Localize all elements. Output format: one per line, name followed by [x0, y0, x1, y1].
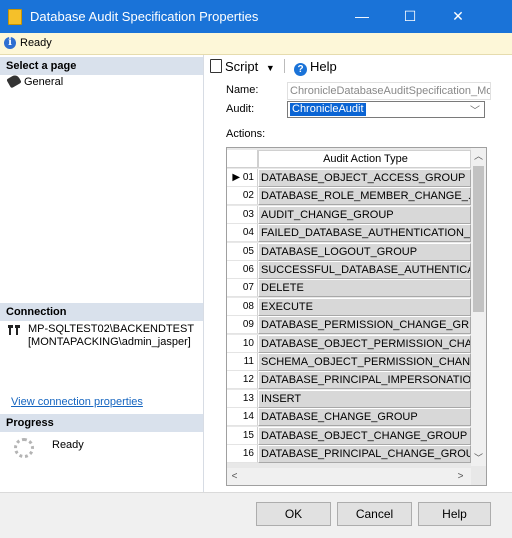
audit-action-cell[interactable]: SUCCESSFUL_DATABASE_AUTHENTICA...	[258, 261, 471, 279]
page-item-general[interactable]: General	[6, 73, 64, 89]
row-number[interactable]: ▶ 01	[227, 169, 258, 187]
toolbar: Script ▼ ? Help	[210, 59, 337, 77]
scroll-thumb[interactable]	[473, 166, 484, 312]
row-number[interactable]: 06	[227, 261, 258, 279]
row-number[interactable]: 13	[227, 389, 258, 408]
help-icon: ?	[294, 63, 308, 76]
row-number[interactable]: 16	[227, 445, 258, 463]
cancel-button[interactable]: Cancel	[337, 502, 412, 526]
audit-action-cell[interactable]: DATABASE_PERMISSION_CHANGE_GR...	[258, 316, 471, 335]
select-page-header: Select a page	[0, 57, 203, 75]
audit-action-cell[interactable]: DATABASE_CHANGE_GROUP	[258, 408, 471, 427]
title-bar: Database Audit Specification Properties …	[0, 0, 512, 33]
audit-action-cell[interactable]: DELETE	[258, 279, 471, 298]
row-number[interactable]: 04	[227, 224, 258, 243]
actions-grid[interactable]: Audit Action Type ▶ 01 DATABASE_OBJECT_AC…	[226, 147, 487, 486]
minimize-button[interactable]: —	[342, 4, 382, 28]
progress-header: Progress	[0, 414, 203, 432]
audit-action-cell[interactable]: DATABASE_OBJECT_CHANGE_GROUP	[258, 426, 471, 445]
audit-action-cell[interactable]: DATABASE_OBJECT_PERMISSION_CHA...	[258, 334, 471, 353]
status-text: Ready	[20, 37, 52, 49]
close-button[interactable]: ✕	[438, 4, 478, 28]
window-title: Database Audit Specification Properties	[30, 9, 259, 24]
info-icon: i	[4, 37, 16, 49]
connection-icon	[8, 325, 20, 335]
table-row[interactable]: 03 AUDIT_CHANGE_GROUP	[227, 205, 472, 225]
table-row[interactable]: 05 DATABASE_LOGOUT_GROUP	[227, 242, 472, 262]
connection-header: Connection	[0, 303, 203, 321]
row-number[interactable]: 09	[227, 316, 258, 335]
ok-button[interactable]: OK	[256, 502, 331, 526]
scroll-left-icon[interactable]: <	[227, 468, 242, 485]
audit-action-cell[interactable]: DATABASE_ROLE_MEMBER_CHANGE_...	[258, 187, 471, 206]
main-panel: Script ▼ ? Help Name: ChronicleDatabaseAu…	[204, 55, 512, 492]
vertical-scrollbar[interactable]: ︿ ﹀	[471, 148, 486, 466]
app-icon	[8, 9, 22, 25]
table-row[interactable]: 09 DATABASE_PERMISSION_CHANGE_GR...	[227, 316, 472, 335]
audit-action-cell[interactable]: DATABASE_PRINCIPAL_IMPERSONATIO...	[258, 371, 471, 390]
grid-header-row: Audit Action Type	[227, 150, 472, 169]
audit-select-value: ChronicleAudit	[290, 103, 366, 116]
row-header-corner	[227, 150, 258, 168]
row-number[interactable]: 10	[227, 334, 258, 353]
table-row[interactable]: 10 DATABASE_OBJECT_PERMISSION_CHA...	[227, 334, 472, 354]
row-number[interactable]: 12	[227, 371, 258, 390]
audit-label: Audit:	[226, 103, 255, 115]
help-button-bottom[interactable]: Help	[418, 502, 491, 526]
table-row[interactable]: 12 DATABASE_PRINCIPAL_IMPERSONATIO...	[227, 371, 472, 390]
view-connection-properties-link[interactable]: View connection properties	[11, 396, 143, 408]
page-item-label: General	[24, 76, 64, 88]
audit-action-cell[interactable]: DATABASE_LOGOUT_GROUP	[258, 242, 471, 261]
row-number[interactable]: 02	[227, 187, 258, 206]
table-row[interactable]: 04 FAILED_DATABASE_AUTHENTICATION_...	[227, 224, 472, 243]
actions-label: Actions:	[226, 128, 266, 140]
column-header-audit-action-type[interactable]: Audit Action Type	[258, 150, 471, 168]
row-number[interactable]: 03	[227, 205, 258, 224]
scroll-right-icon[interactable]: >	[453, 468, 468, 485]
script-icon	[210, 59, 222, 73]
table-row[interactable]: 07 DELETE	[227, 279, 472, 298]
maximize-button[interactable]: ☐	[390, 4, 430, 28]
left-panel: Select a page General Connection MP-SQLT…	[0, 55, 204, 492]
audit-action-cell[interactable]: DATABASE_PRINCIPAL_CHANGE_GROUP	[258, 445, 471, 463]
table-row[interactable]: 06 SUCCESSFUL_DATABASE_AUTHENTICA...	[227, 261, 472, 280]
scroll-down-icon[interactable]: ﹀	[471, 450, 486, 466]
audit-action-cell[interactable]: SCHEMA_OBJECT_PERMISSION_CHAN...	[258, 353, 471, 371]
table-row[interactable]: ▶ 01 DATABASE_OBJECT_ACCESS_GROUP	[227, 169, 472, 188]
table-row[interactable]: 15 DATABASE_OBJECT_CHANGE_GROUP	[227, 426, 472, 446]
audit-action-cell[interactable]: EXECUTE	[258, 297, 471, 316]
table-row[interactable]: 02 DATABASE_ROLE_MEMBER_CHANGE_...	[227, 187, 472, 206]
table-row[interactable]: 11 SCHEMA_OBJECT_PERMISSION_CHAN...	[227, 353, 472, 372]
audit-action-cell[interactable]: FAILED_DATABASE_AUTHENTICATION_...	[258, 224, 471, 243]
table-row[interactable]: 14 DATABASE_CHANGE_GROUP	[227, 408, 472, 427]
table-row[interactable]: 16 DATABASE_PRINCIPAL_CHANGE_GROUP	[227, 445, 472, 464]
row-number[interactable]: 05	[227, 242, 258, 261]
row-number[interactable]: 11	[227, 353, 258, 371]
scroll-up-icon[interactable]: ︿	[471, 148, 486, 164]
audit-action-cell[interactable]: DATABASE_OBJECT_ACCESS_GROUP	[258, 169, 471, 187]
table-row[interactable]: 13 INSERT	[227, 389, 472, 409]
chevron-down-icon: ﹀	[470, 106, 480, 117]
status-bar: i Ready	[0, 33, 512, 55]
audit-action-cell[interactable]: AUDIT_CHANGE_GROUP	[258, 205, 471, 224]
table-row[interactable]: 08 EXECUTE	[227, 297, 472, 317]
progress-status: Ready	[52, 439, 84, 451]
button-bar: OK Cancel Help	[0, 492, 512, 538]
name-field[interactable]: ChronicleDatabaseAuditSpecification_Mo	[287, 82, 491, 100]
horizontal-scrollbar[interactable]: < >	[227, 468, 471, 485]
progress-spinner-icon	[14, 438, 34, 458]
row-number[interactable]: 14	[227, 408, 258, 427]
connection-server: MP-SQLTEST02\BACKENDTEST	[28, 323, 195, 335]
wrench-icon	[6, 73, 22, 89]
row-number[interactable]: 15	[227, 426, 258, 445]
row-number[interactable]: 08	[227, 297, 258, 316]
script-dropdown-icon[interactable]: ▼	[266, 63, 275, 73]
row-number[interactable]: 07	[227, 279, 258, 298]
help-button[interactable]: ? Help	[294, 59, 337, 76]
script-button[interactable]: Script	[210, 59, 258, 74]
audit-select[interactable]: ChronicleAudit ﹀	[287, 101, 485, 118]
name-label: Name:	[226, 84, 259, 96]
audit-action-cell[interactable]: INSERT	[258, 389, 471, 408]
connection-user: [MONTAPACKING\admin_jasper]	[28, 336, 191, 348]
